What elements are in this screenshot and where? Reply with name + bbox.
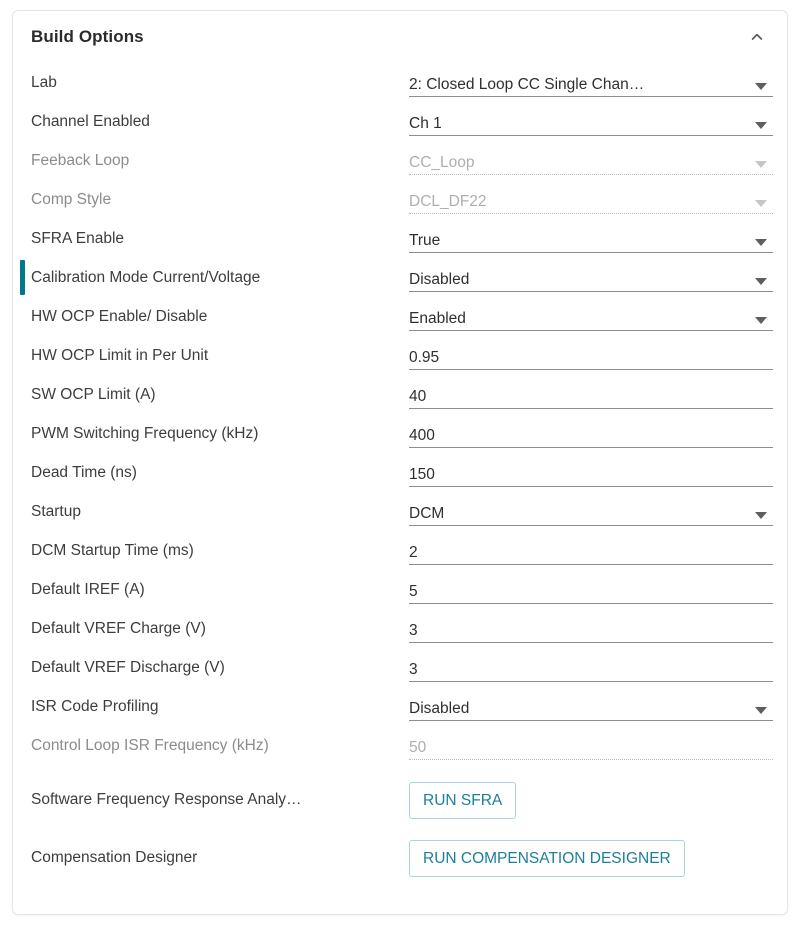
chevron-down-icon[interactable] xyxy=(755,121,767,129)
chevron-down-icon xyxy=(755,160,767,168)
field-value: 3 xyxy=(409,621,418,639)
field-value: 150 xyxy=(409,465,435,483)
build-option-row: SW OCP Limit (A) 40 xyxy=(31,375,773,414)
field-value: Disabled xyxy=(409,699,470,717)
text-input-field[interactable]: 400 xyxy=(409,420,773,448)
row-label: Channel Enabled xyxy=(31,112,150,130)
row-label: Comp Style xyxy=(31,190,112,208)
row-label: DCM Startup Time (ms) xyxy=(31,541,194,559)
build-option-row: DCM Startup Time (ms) 2 xyxy=(31,531,773,570)
build-option-row: Channel Enabled Ch 1 xyxy=(31,102,773,141)
text-input-field[interactable]: 150 xyxy=(409,459,773,487)
build-option-row: HW OCP Limit in Per Unit 0.95 xyxy=(31,336,773,375)
field-value: 0.95 xyxy=(409,348,440,366)
row-label: Compensation Designer xyxy=(31,849,198,866)
text-input-field[interactable]: 3 xyxy=(409,615,773,643)
run-compensation-designer-button[interactable]: RUN COMPENSATION DESIGNER xyxy=(409,839,685,877)
chevron-down-icon[interactable] xyxy=(755,511,767,519)
field-value: 50 xyxy=(409,738,427,756)
dropdown-field[interactable]: True xyxy=(409,225,773,253)
dropdown-field[interactable]: Disabled xyxy=(409,693,773,721)
dropdown-field[interactable]: Enabled xyxy=(409,303,773,331)
text-input-field[interactable]: 3 xyxy=(409,654,773,682)
row-label: Control Loop ISR Frequency (kHz) xyxy=(31,736,269,754)
build-option-row: PWM Switching Frequency (kHz) 400 xyxy=(31,414,773,453)
chevron-down-icon[interactable] xyxy=(755,238,767,246)
row-label: SW OCP Limit (A) xyxy=(31,385,156,403)
build-option-action-row: Compensation Designer RUN COMPENSATION DE… xyxy=(31,829,773,887)
build-option-row: HW OCP Enable/ Disable Enabled xyxy=(31,297,773,336)
row-label: Default VREF Charge (V) xyxy=(31,619,206,637)
dropdown-field[interactable]: 2: Closed Loop CC Single Chan… xyxy=(409,69,773,97)
run-sfra-button[interactable]: RUN SFRA xyxy=(409,781,517,819)
chevron-up-icon xyxy=(751,33,763,40)
chevron-down-icon[interactable] xyxy=(755,706,767,714)
panel-header: Build Options xyxy=(13,11,787,63)
build-option-row: Comp Style DCL_DF22 xyxy=(31,180,773,219)
collapse-panel-button[interactable] xyxy=(741,21,773,53)
text-input-field[interactable]: 2 xyxy=(409,537,773,565)
field-value: DCL_DF22 xyxy=(409,192,487,210)
build-option-row: SFRA Enable True xyxy=(31,219,773,258)
page-title: Build Options xyxy=(31,27,144,46)
row-label: Software Frequency Response Analy… xyxy=(31,791,302,808)
row-label: HW OCP Enable/ Disable xyxy=(31,307,208,325)
dropdown-field: DCL_DF22 xyxy=(409,186,773,214)
row-label: Feeback Loop xyxy=(31,151,130,169)
field-value: Disabled xyxy=(409,270,470,288)
field-value: Ch 1 xyxy=(409,114,442,132)
build-option-action-row: Software Frequency Response Analy… RUN SF… xyxy=(31,771,773,829)
build-option-row: Default VREF Charge (V) 3 xyxy=(31,609,773,648)
dropdown-field[interactable]: Disabled xyxy=(409,264,773,292)
build-option-row: Dead Time (ns) 150 xyxy=(31,453,773,492)
field-value: CC_Loop xyxy=(409,153,475,171)
row-label: Default VREF Discharge (V) xyxy=(31,658,225,676)
chevron-down-icon[interactable] xyxy=(755,316,767,324)
dropdown-field: CC_Loop xyxy=(409,147,773,175)
field-value: True xyxy=(409,231,441,249)
field-value: Enabled xyxy=(409,309,466,327)
field-value: 40 xyxy=(409,387,427,405)
build-option-row: Startup DCM xyxy=(31,492,773,531)
field-value: 2 xyxy=(409,543,418,561)
row-selection-indicator xyxy=(20,260,25,295)
row-label: Startup xyxy=(31,502,81,520)
build-option-row: Default IREF (A) 5 xyxy=(31,570,773,609)
text-input-field: 50 xyxy=(409,732,773,760)
dropdown-field[interactable]: Ch 1 xyxy=(409,108,773,136)
row-label: PWM Switching Frequency (kHz) xyxy=(31,424,259,442)
build-options-panel: Build Options Lab 2: Closed Loop CC Singl… xyxy=(12,10,788,915)
build-option-row: Feeback Loop CC_Loop xyxy=(31,141,773,180)
build-option-row: Default VREF Discharge (V) 3 xyxy=(31,648,773,687)
dropdown-field[interactable]: DCM xyxy=(409,498,773,526)
build-option-row: Calibration Mode Current/Voltage Disabled xyxy=(20,258,773,297)
row-label: Default IREF (A) xyxy=(31,580,145,598)
row-label: Lab xyxy=(31,73,57,91)
chevron-down-icon[interactable] xyxy=(755,82,767,90)
row-label: HW OCP Limit in Per Unit xyxy=(31,346,209,364)
build-option-row: ISR Code Profiling Disabled xyxy=(31,687,773,726)
row-label: SFRA Enable xyxy=(31,229,125,247)
action-cell: RUN COMPENSATION DESIGNER xyxy=(409,839,773,877)
build-options-list: Lab 2: Closed Loop CC Single Chan… Channel… xyxy=(13,63,787,887)
row-label: ISR Code Profiling xyxy=(31,697,159,715)
row-label: Dead Time (ns) xyxy=(31,463,137,481)
field-value: 400 xyxy=(409,426,435,444)
build-option-row: Lab 2: Closed Loop CC Single Chan… xyxy=(31,63,773,102)
text-input-field[interactable]: 5 xyxy=(409,576,773,604)
action-cell: RUN SFRA xyxy=(409,781,773,819)
field-value: 5 xyxy=(409,582,418,600)
chevron-down-icon[interactable] xyxy=(755,277,767,285)
chevron-down-icon xyxy=(755,199,767,207)
field-value: 2: Closed Loop CC Single Chan… xyxy=(409,75,645,93)
field-value: 3 xyxy=(409,660,418,678)
text-input-field[interactable]: 0.95 xyxy=(409,342,773,370)
field-value: DCM xyxy=(409,504,445,522)
row-label: Calibration Mode Current/Voltage xyxy=(31,268,261,286)
text-input-field[interactable]: 40 xyxy=(409,381,773,409)
build-option-row: Control Loop ISR Frequency (kHz) 50 xyxy=(31,726,773,765)
